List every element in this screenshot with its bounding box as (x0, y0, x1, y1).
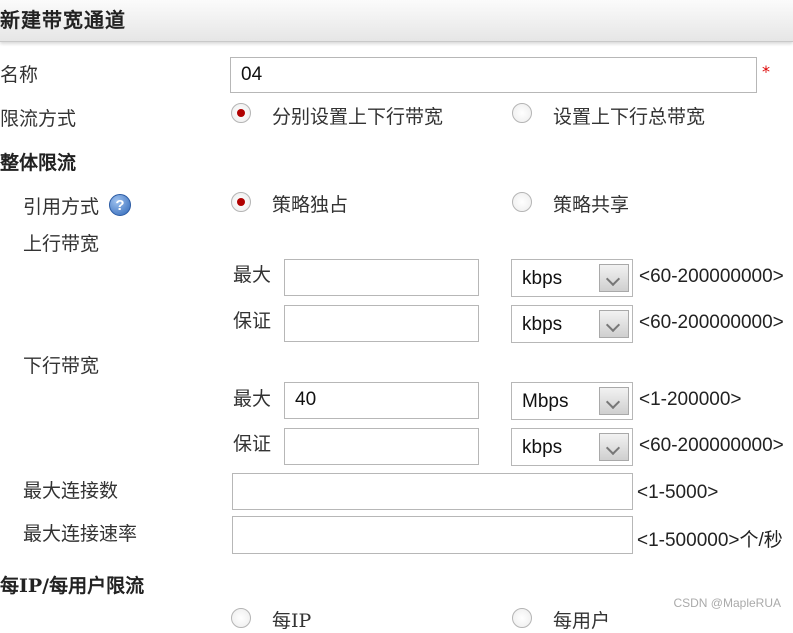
upstream-guarantee-unit-value: kbps (522, 314, 563, 335)
radio-per-user-label[interactable]: 每用户 (553, 606, 610, 633)
section-overall-limit: 整体限流 (0, 152, 77, 174)
chevron-down-icon[interactable] (599, 387, 629, 415)
upstream-guarantee-input[interactable] (284, 305, 479, 342)
downstream-max-unit-value: Mbps (522, 391, 569, 412)
chevron-down-icon[interactable] (599, 433, 629, 461)
upstream-max-range: <60-200000000> (639, 266, 784, 287)
max-connections-input[interactable] (232, 473, 633, 510)
radio-policy-exclusive-label[interactable]: 策略独占 (272, 190, 348, 217)
downstream-max-label: 最大 (233, 388, 272, 410)
max-connections-range: <1-5000> (637, 482, 719, 503)
upstream-guarantee-label: 保证 (233, 310, 272, 332)
name-input[interactable]: 04 (230, 57, 757, 93)
max-conn-rate-label: 最大连接速率 (23, 523, 138, 545)
downstream-guarantee-range: <60-200000000> (639, 435, 784, 456)
chevron-down-icon[interactable] (599, 264, 629, 292)
required-mark: * (762, 62, 770, 81)
radio-policy-shared[interactable] (512, 192, 532, 212)
upstream-max-input[interactable] (284, 259, 479, 296)
name-label: 名称 (0, 64, 39, 86)
ref-mode-label: 引用方式 (23, 196, 100, 218)
radio-per-ip[interactable] (231, 608, 251, 628)
upstream-guarantee-range: <60-200000000> (639, 312, 784, 333)
radio-policy-exclusive[interactable] (231, 192, 251, 212)
radio-separate-updown-label[interactable]: 分别设置上下行带宽 (272, 102, 443, 129)
dialog-title: 新建带宽通道 (0, 8, 126, 32)
downstream-guarantee-input[interactable] (284, 428, 479, 465)
upstream-max-label: 最大 (233, 264, 272, 286)
downstream-guarantee-unit-select[interactable]: kbps (511, 428, 633, 466)
downstream-label: 下行带宽 (23, 355, 100, 377)
max-conn-rate-range: <1-500000>个/秒 (637, 530, 783, 551)
chevron-down-icon[interactable] (599, 310, 629, 338)
downstream-guarantee-label: 保证 (233, 433, 272, 455)
radio-total-bandwidth[interactable] (512, 103, 532, 123)
max-conn-rate-input[interactable] (232, 516, 633, 554)
radio-separate-updown[interactable] (231, 103, 251, 123)
dialog-title-bar: 新建带宽通道 (0, 0, 793, 42)
section-per-ip-user-limit: 每IP/每用户限流 (0, 575, 145, 597)
limit-mode-label: 限流方式 (0, 108, 77, 130)
radio-policy-shared-label[interactable]: 策略共享 (553, 190, 629, 217)
help-icon[interactable]: ? (109, 194, 131, 216)
downstream-max-range: <1-200000> (639, 389, 742, 410)
downstream-max-input[interactable]: 40 (284, 382, 479, 419)
watermark: CSDN @MapleRUA (673, 596, 781, 610)
radio-per-user[interactable] (512, 608, 532, 628)
downstream-max-unit-select[interactable]: Mbps (511, 382, 633, 420)
upstream-guarantee-unit-select[interactable]: kbps (511, 305, 633, 343)
downstream-guarantee-unit-value: kbps (522, 437, 563, 458)
upstream-label: 上行带宽 (23, 233, 100, 255)
upstream-max-unit-value: kbps (522, 268, 563, 289)
max-connections-label: 最大连接数 (23, 480, 119, 502)
radio-total-bandwidth-label[interactable]: 设置上下行总带宽 (553, 102, 705, 129)
radio-per-ip-label[interactable]: 每IP (272, 606, 311, 633)
upstream-max-unit-select[interactable]: kbps (511, 259, 633, 297)
